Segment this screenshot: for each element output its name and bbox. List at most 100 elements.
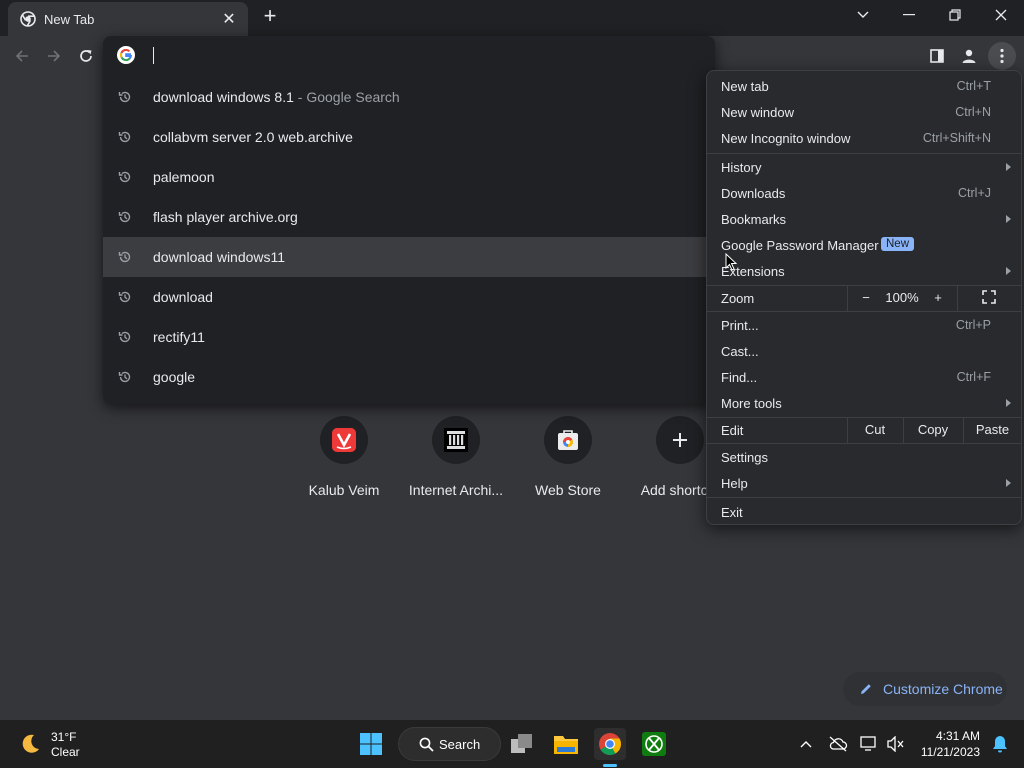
history-icon [118, 171, 131, 183]
taskbar-time[interactable]: 4:31 AM [936, 729, 980, 743]
history-icon [118, 291, 131, 303]
onedrive-button[interactable] [822, 728, 854, 760]
menu-item-history[interactable]: History [707, 154, 1021, 180]
arrow-left-icon [15, 50, 28, 62]
taskbar: 31°F Clear Search 4:31 AM 11/21/2023 [0, 720, 1024, 768]
menu-item-new-tab[interactable]: New tab Ctrl+T [707, 73, 1021, 99]
history-icon [118, 331, 131, 343]
tab-new-tab[interactable]: New Tab ✕ [8, 2, 248, 36]
fullscreen-icon [982, 290, 996, 304]
suggestion-item[interactable]: google [103, 357, 715, 397]
menu-item-exit[interactable]: Exit [707, 499, 1021, 525]
suggestion-text: download windows11 [153, 249, 286, 265]
zoom-in-button[interactable]: + [925, 290, 951, 305]
history-icon [118, 211, 131, 223]
minimize-button[interactable] [886, 0, 932, 30]
tab-search-button[interactable] [840, 0, 886, 30]
cloud-off-icon [829, 736, 848, 752]
restore-button[interactable] [932, 0, 978, 30]
moon-icon [22, 734, 39, 753]
fullscreen-button[interactable] [977, 290, 1001, 307]
menu-item-bookmarks[interactable]: Bookmarks [707, 206, 1021, 232]
volume-button[interactable] [880, 728, 912, 760]
close-window-button[interactable] [978, 0, 1024, 30]
suggestion-item[interactable]: download windows 8.1 - Google Search [103, 77, 715, 117]
menu-item-find[interactable]: Find... Ctrl+F [707, 364, 1021, 390]
shortcut-label: Web Store [535, 482, 601, 498]
history-icon [118, 371, 131, 383]
weather-widget[interactable]: 31°F Clear [14, 728, 94, 760]
notifications-button[interactable] [984, 728, 1016, 760]
cut-button[interactable]: Cut [848, 422, 902, 437]
submenu-arrow-icon [1006, 267, 1011, 275]
tab-close-icon[interactable]: ✕ [220, 9, 238, 29]
suggestion-item[interactable]: download [103, 277, 715, 317]
menu-item-extensions[interactable]: Extensions [707, 258, 1021, 284]
active-app-indicator [603, 764, 617, 767]
menu-item-settings[interactable]: Settings [707, 444, 1021, 470]
menu-item-new-incognito[interactable]: New Incognito window Ctrl+Shift+N [707, 125, 1021, 151]
shortcut-icon-circle [544, 416, 592, 464]
zoom-divider [847, 285, 848, 311]
new-tab-button[interactable]: + [258, 5, 282, 29]
menu-item-cast[interactable]: Cast... [707, 338, 1021, 364]
avatar-icon [962, 49, 976, 63]
reload-button[interactable] [72, 42, 100, 70]
paste-button[interactable]: Paste [964, 422, 1021, 437]
close-icon [995, 9, 1007, 21]
zoom-value: 100% [885, 290, 919, 305]
menu-item-downloads[interactable]: Downloads Ctrl+J [707, 180, 1021, 206]
customize-chrome-button[interactable]: Customize Chrome [843, 672, 1007, 706]
chrome-menu: New tab Ctrl+T New window Ctrl+N New Inc… [706, 70, 1022, 525]
chrome-taskbar-button[interactable] [594, 728, 626, 760]
shortcut-web-store[interactable]: Web Store [512, 416, 624, 506]
profile-button[interactable] [955, 42, 983, 70]
chrome-icon [599, 733, 621, 755]
menu-item-new-window[interactable]: New window Ctrl+N [707, 99, 1021, 125]
restore-icon [949, 9, 961, 21]
network-icon [860, 736, 876, 751]
address-bar[interactable] [103, 36, 715, 76]
shortcut-kalub-veim[interactable]: Kalub Veim [288, 416, 400, 506]
show-hidden-icons-button[interactable] [790, 728, 822, 760]
side-panel-button[interactable] [923, 42, 951, 70]
taskbar-search[interactable]: Search [398, 727, 501, 761]
menu-item-help[interactable]: Help [707, 470, 1021, 496]
xbox-button[interactable] [638, 728, 670, 760]
zoom-divider [957, 285, 958, 311]
suggestion-item[interactable]: collabvm server 2.0 web.archive [103, 117, 715, 157]
tab-title: New Tab [44, 11, 95, 27]
menu-item-more-tools[interactable]: More tools [707, 390, 1021, 416]
copy-button[interactable]: Copy [904, 422, 962, 437]
web-store-icon [558, 430, 578, 450]
suggestion-text: palemoon [153, 169, 215, 185]
start-button[interactable] [355, 728, 387, 760]
suggestion-item[interactable]: rectify11 [103, 317, 715, 357]
history-icon [118, 91, 131, 103]
submenu-arrow-icon [1006, 215, 1011, 223]
suggestion-item-hovered[interactable]: download windows11 [103, 237, 715, 277]
forward-button[interactable] [40, 42, 68, 70]
shortcut-internet-archive[interactable]: Internet Archi... [400, 416, 512, 506]
menu-item-print[interactable]: Print... Ctrl+P [707, 312, 1021, 338]
shortcut-icon-circle [656, 416, 704, 464]
mouse-cursor-icon [725, 253, 737, 271]
suggestion-text: flash player archive.org [153, 209, 298, 225]
back-button[interactable] [8, 42, 36, 70]
new-badge: New [881, 237, 915, 251]
chrome-icon [20, 11, 36, 27]
shortcut-icon-circle [432, 416, 480, 464]
taskbar-date[interactable]: 11/21/2023 [921, 745, 980, 759]
task-view-button[interactable] [506, 728, 538, 760]
suggestion-item[interactable]: palemoon [103, 157, 715, 197]
suggestion-item[interactable]: flash player archive.org [103, 197, 715, 237]
file-explorer-button[interactable] [550, 728, 582, 760]
zoom-out-button[interactable]: − [853, 290, 879, 305]
pencil-icon [861, 684, 871, 694]
chrome-menu-button[interactable] [988, 42, 1016, 70]
chevron-down-icon [857, 11, 869, 18]
arrow-right-icon [48, 50, 61, 62]
menu-item-password-manager[interactable]: Google Password Manager New [707, 232, 1021, 258]
history-icon [118, 131, 131, 143]
bell-icon [993, 736, 1007, 753]
